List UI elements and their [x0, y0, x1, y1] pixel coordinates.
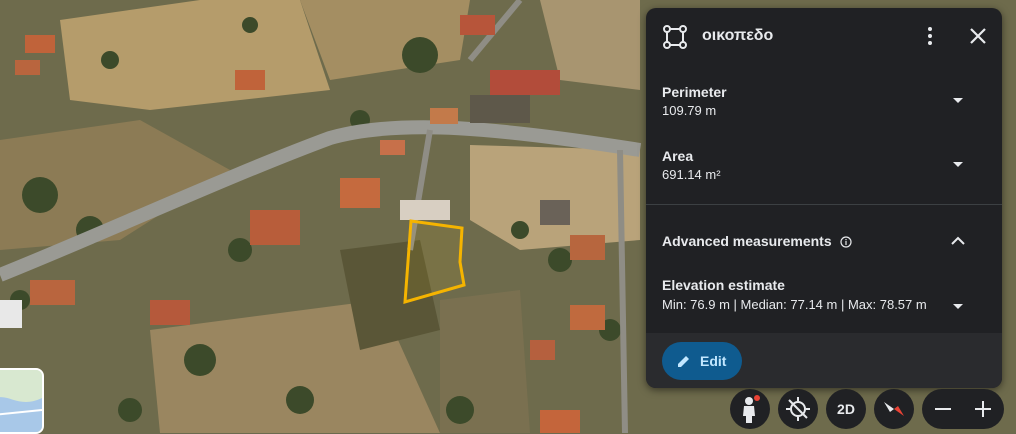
perimeter-value: 109.79 m [662, 103, 717, 118]
plus-icon [975, 401, 991, 417]
area-row[interactable]: Area 691.14 m² [646, 140, 1002, 200]
close-icon[interactable] [966, 24, 990, 48]
compass-icon [884, 402, 904, 416]
zoom-in-button[interactable] [963, 389, 1004, 429]
advanced-measurements-row[interactable]: Advanced measurements [646, 226, 1002, 256]
dry-field [470, 145, 640, 250]
zoom-out-button[interactable] [922, 389, 963, 429]
info-icon[interactable] [839, 236, 852, 248]
minimap-icon [0, 370, 42, 432]
view-mode-2d-button[interactable]: 2D [826, 389, 866, 429]
minus-icon [935, 408, 951, 410]
layer-switcher-thumbnail[interactable] [0, 368, 44, 434]
compass-button[interactable] [874, 389, 914, 429]
panel-footer: Edit [646, 333, 1002, 388]
chevron-down-icon[interactable] [948, 154, 968, 174]
elevation-row[interactable]: Elevation estimate Min: 76.9 m | Median:… [646, 270, 1002, 340]
more-vert-icon[interactable] [918, 24, 942, 48]
zoom-control [922, 389, 1004, 429]
chevron-up-icon[interactable] [948, 231, 968, 251]
my-location-disabled-icon [786, 397, 810, 421]
perimeter-label: Perimeter [662, 84, 727, 100]
chevron-down-icon[interactable] [948, 90, 968, 110]
perimeter-row[interactable]: Perimeter 109.79 m [646, 76, 1002, 136]
advanced-measurements-label: Advanced measurements [662, 233, 852, 249]
edit-button-label: Edit [700, 353, 727, 369]
pegman-button[interactable] [730, 389, 770, 429]
elevation-label: Elevation estimate [662, 277, 785, 293]
polygon-shape-icon [663, 25, 687, 49]
measure-distance-panel: οικοπεδο Perimeter 109.79 m Area 691.14 … [646, 8, 1002, 388]
dry-field [60, 0, 330, 110]
panel-header: οικοπεδο [646, 8, 1002, 64]
street-view-pegman-icon [743, 395, 760, 423]
area-label: Area [662, 148, 694, 164]
area-value: 691.14 m² [662, 167, 721, 182]
chevron-down-icon[interactable] [948, 296, 968, 316]
divider [646, 204, 1002, 205]
advanced-measurements-text: Advanced measurements [662, 233, 832, 249]
elevation-value: Min: 76.9 m | Median: 77.14 m | Max: 78.… [662, 297, 927, 312]
my-location-button[interactable] [778, 389, 818, 429]
pencil-icon [678, 356, 689, 367]
edit-button[interactable]: Edit [662, 342, 742, 380]
panel-title: οικοπεδο [702, 27, 774, 44]
